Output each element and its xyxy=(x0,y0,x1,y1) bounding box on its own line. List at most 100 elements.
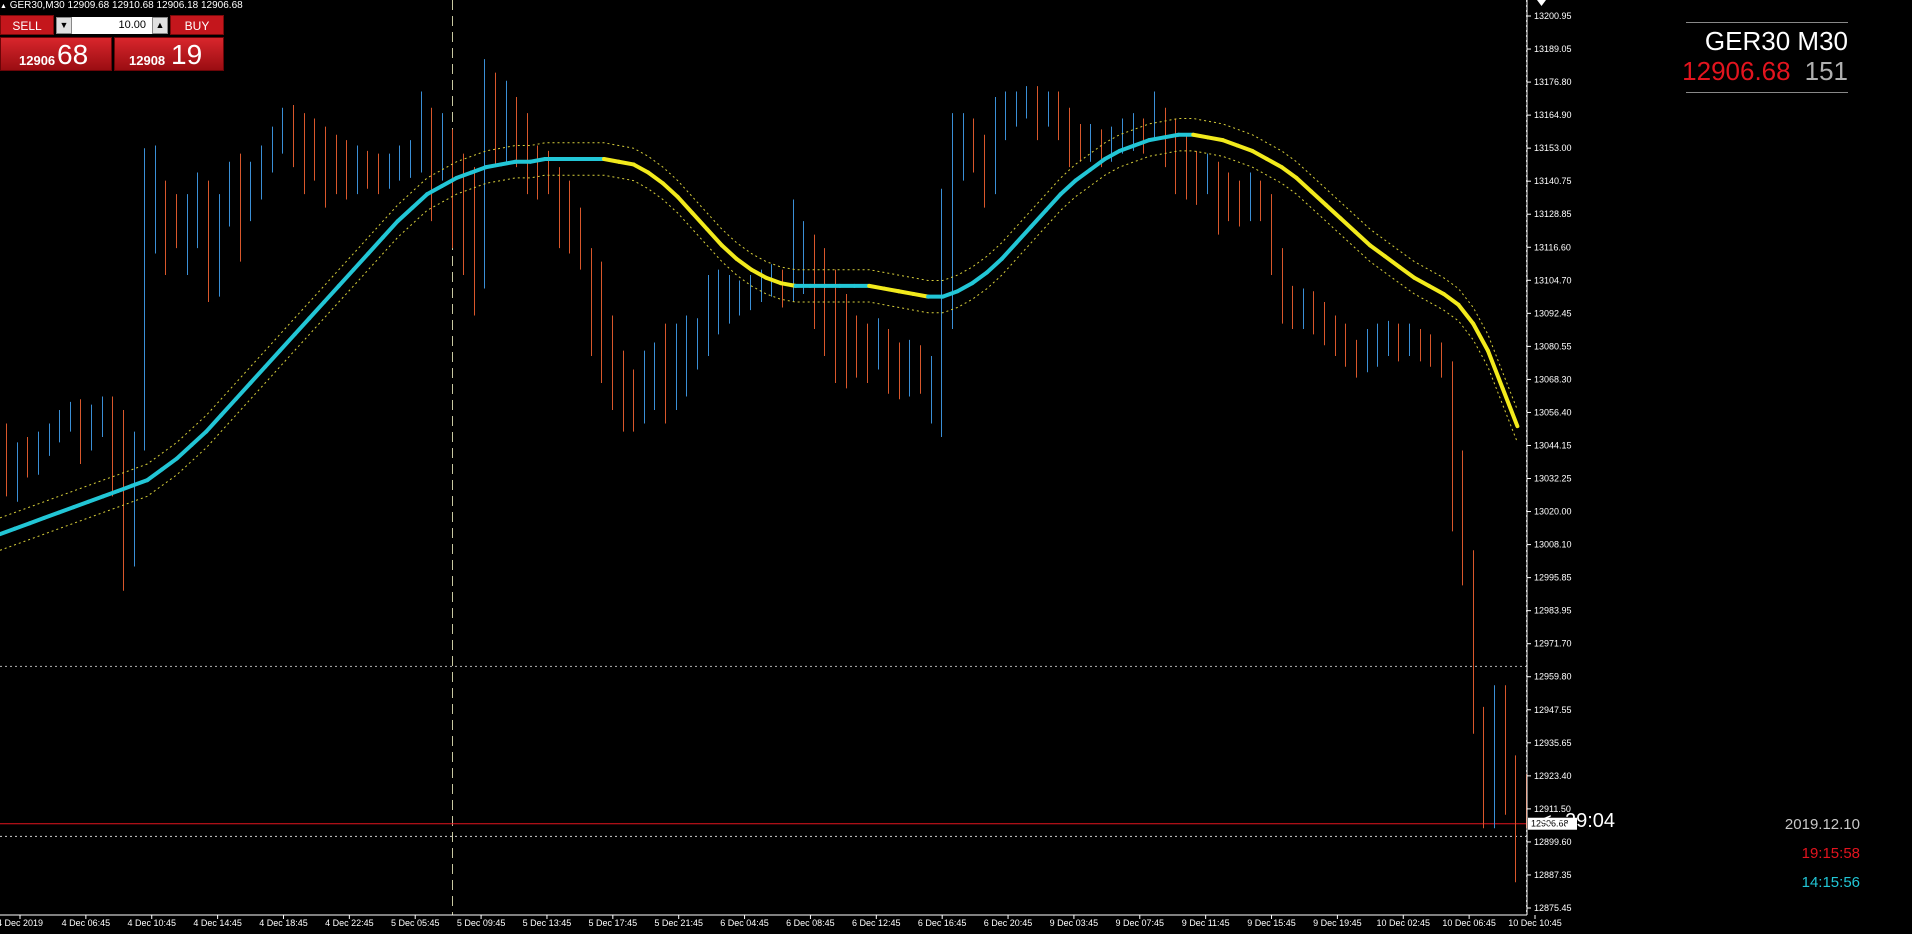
lot-size-value[interactable]: 10.00 xyxy=(74,17,150,34)
moving-average-segment xyxy=(1338,216,1358,234)
shift-marker-icon xyxy=(1537,0,1546,6)
buy-price-box[interactable]: 12908 19 xyxy=(114,37,224,71)
moving-average-segment xyxy=(985,256,1004,275)
moving-average-segment xyxy=(71,499,91,510)
moving-average-segment xyxy=(1353,229,1373,248)
moving-average-segment xyxy=(911,291,931,299)
moving-average-segment xyxy=(1058,178,1078,197)
sell-button[interactable]: SELL xyxy=(0,15,54,35)
price-tick-label: 13200.95 xyxy=(1534,11,1572,21)
upper-envelope-band xyxy=(0,118,1518,519)
price-tick-label: 12935.65 xyxy=(1534,738,1572,748)
server-time: 19:15:58 xyxy=(1801,845,1860,862)
moving-average-segment xyxy=(484,162,503,170)
lot-size-field[interactable]: ▼ 10.00 ▲ xyxy=(56,17,168,34)
moving-average-segment xyxy=(322,283,341,305)
moving-average-segment xyxy=(425,184,444,197)
price-tick-label: 13176.80 xyxy=(1534,77,1572,87)
time-tick-label: 4 Dec 10:45 xyxy=(127,918,176,928)
buy-price-big: 19 xyxy=(171,39,203,70)
moving-average-segment xyxy=(896,289,916,296)
moving-average-segment xyxy=(292,316,312,337)
moving-average-segment xyxy=(1471,321,1490,353)
collapse-triangle-icon[interactable]: ▲ xyxy=(0,3,7,10)
time-tick-label: 5 Dec 13:45 xyxy=(523,918,572,928)
moving-average-segment xyxy=(602,157,621,164)
time-tick-label: 10 Dec 06:45 xyxy=(1442,918,1496,928)
price-tick-label: 13092.45 xyxy=(1534,308,1572,318)
moving-average-segment xyxy=(1088,157,1107,172)
moving-average-segment xyxy=(1309,189,1328,207)
sell-price-box[interactable]: 12906 68 xyxy=(0,37,112,71)
moving-average-segment xyxy=(204,413,223,434)
time-tick-label: 4 Dec 18:45 xyxy=(259,918,308,928)
buy-button[interactable]: BUY xyxy=(170,15,224,35)
axis-layer: 13200.95 13189.05 13176.80 13164.90 13153.00… xyxy=(0,0,1577,928)
time-tick-label: 9 Dec 07:45 xyxy=(1116,918,1165,928)
moving-average-segment xyxy=(940,289,960,299)
price-chart[interactable]: 13200.95 13189.05 13176.80 13164.90 13153.00… xyxy=(0,0,1912,934)
moving-average-segment xyxy=(366,235,386,256)
time-tick-label: 6 Dec 08:45 xyxy=(786,918,835,928)
price-tick-label: 13189.05 xyxy=(1534,44,1572,54)
moving-average-segment xyxy=(1368,243,1387,259)
price-tick-label: 12875.45 xyxy=(1534,903,1572,913)
time-tick-label: 6 Dec 12:45 xyxy=(852,918,901,928)
moving-average-segment xyxy=(381,219,400,240)
moving-average-segment xyxy=(1220,138,1240,148)
time-tick-label: 10 Dec 02:45 xyxy=(1376,918,1430,928)
moving-average-segment xyxy=(705,227,724,248)
price-tick-label: 13056.40 xyxy=(1534,407,1572,417)
symbol-box-bottom-rule xyxy=(1686,92,1848,93)
price-tick-label: 12899.60 xyxy=(1534,837,1572,847)
price-tick-label: 12959.80 xyxy=(1534,672,1572,682)
one-click-trading-panel: SELL ▼ 10.00 ▲ BUY 12906 68 12908 19 xyxy=(0,15,224,73)
price-tick-label: 13068.30 xyxy=(1534,374,1572,384)
moving-average-segment xyxy=(1117,143,1137,153)
moving-average-segment xyxy=(719,243,739,261)
price-tick-label: 13128.85 xyxy=(1534,209,1572,219)
ohlc-bars-layer xyxy=(6,59,1527,883)
price-tick-label: 12887.35 xyxy=(1534,870,1572,880)
price-tick-label: 13008.10 xyxy=(1534,540,1572,550)
moving-average-segment xyxy=(970,270,990,286)
moving-average-segment xyxy=(1132,138,1152,148)
moving-average-segment xyxy=(1441,291,1461,307)
moving-average-segment xyxy=(1323,202,1343,221)
price-tick-label: 12971.70 xyxy=(1534,639,1572,649)
moving-average-layer xyxy=(0,132,1520,537)
moving-average-segment xyxy=(1485,348,1505,391)
moving-average-segment xyxy=(1279,165,1299,180)
moving-average-segment xyxy=(778,281,798,288)
sell-price-small: 12906 xyxy=(19,53,56,68)
time-tick-label: 5 Dec 05:45 xyxy=(391,918,440,928)
price-tick-label: 12983.95 xyxy=(1534,606,1572,616)
time-tick-label: 4 Dec 22:45 xyxy=(325,918,374,928)
symbol-label: GER30 M30 xyxy=(1705,26,1848,57)
chart-header-info: ▲ GER30,M30 12909.68 12910.68 12906.18 1… xyxy=(0,0,243,14)
price-tick-label: 12947.55 xyxy=(1534,705,1572,715)
lot-increase-arrow-icon[interactable]: ▲ xyxy=(152,17,168,34)
moving-average-segment xyxy=(631,162,651,175)
moving-average-segment xyxy=(1500,386,1520,429)
price-tick-label: 13032.25 xyxy=(1534,474,1572,484)
chart-grid-layer xyxy=(0,0,1527,915)
price-tick-label: 13140.75 xyxy=(1534,176,1572,186)
price-tick-label: 13104.70 xyxy=(1534,275,1572,285)
time-tick-label: 6 Dec 20:45 xyxy=(984,918,1033,928)
time-tick-label: 4 Dec 06:45 xyxy=(62,918,111,928)
moving-average-segment xyxy=(1294,175,1314,194)
time-tick-label: 5 Dec 09:45 xyxy=(457,918,506,928)
price-tick-label: 13153.00 xyxy=(1534,143,1572,153)
moving-average-segment xyxy=(1043,192,1063,213)
symbol-name: GER30 M30 xyxy=(1704,26,1848,56)
moving-average-segment xyxy=(646,170,665,186)
sell-price-big: 68 xyxy=(57,39,89,70)
moving-average-segment xyxy=(1029,208,1048,229)
moving-average-segment xyxy=(56,505,76,515)
moving-average-segment xyxy=(690,210,710,232)
moving-average-segment xyxy=(867,283,886,291)
moving-average-segment xyxy=(233,381,253,402)
moving-average-segment xyxy=(1412,275,1431,288)
lot-decrease-arrow-icon[interactable]: ▼ xyxy=(56,17,72,34)
